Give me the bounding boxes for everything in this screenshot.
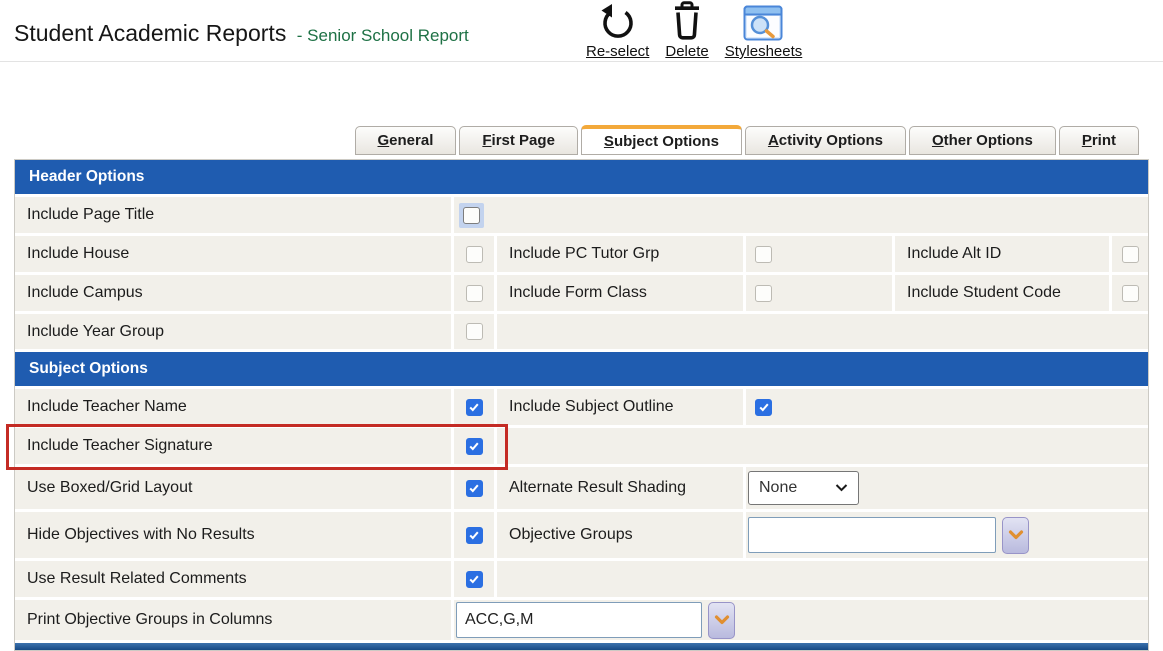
label-include-form-class: Include Form Class: [497, 275, 743, 311]
cell-include-subject-outline: [746, 389, 1148, 425]
cell-use-boxed-grid-layout: [454, 467, 494, 509]
cell-include-teacher-signature: [454, 428, 494, 464]
title-wrap: Student Academic Reports - Senior School…: [14, 20, 469, 47]
include-student-code-checkbox[interactable]: [1122, 285, 1139, 302]
cell-include-house: [454, 236, 494, 272]
cell-include-campus: [454, 275, 494, 311]
cell-print-objective-groups: [454, 600, 1148, 640]
cell-include-page-title: [454, 197, 1148, 233]
tab-bar: General First Page Subject Options Activ…: [14, 125, 1149, 155]
tab-print[interactable]: Print: [1059, 126, 1139, 155]
cell-include-student-code: [1112, 275, 1148, 311]
trash-icon: [669, 3, 705, 41]
cell-use-result-related-comments: [454, 561, 494, 597]
reselect-label: Re-select: [586, 43, 649, 60]
include-year-group-checkbox[interactable]: [466, 323, 483, 340]
include-campus-checkbox[interactable]: [466, 285, 483, 302]
delete-button[interactable]: Delete: [665, 3, 708, 60]
undo-icon: [598, 3, 638, 41]
cell-include-alt-id: [1112, 236, 1148, 272]
alternate-result-shading-select[interactable]: None: [748, 471, 859, 505]
label-include-house: Include House: [15, 236, 451, 272]
section-header-options: Header Options: [15, 160, 1148, 194]
label-include-year-group: Include Year Group: [15, 314, 451, 349]
label-include-pc-tutor-grp: Include PC Tutor Grp: [497, 236, 743, 272]
checkbox-focus-ring: [459, 203, 484, 228]
window-magnifier-icon: [743, 3, 783, 41]
cell-include-form-class: [746, 275, 892, 311]
include-teacher-name-checkbox[interactable]: [466, 399, 483, 416]
cell-include-year-group: [454, 314, 494, 349]
label-print-objective-groups: Print Objective Groups in Columns: [15, 600, 451, 640]
reselect-button[interactable]: Re-select: [586, 3, 649, 60]
label-include-page-title: Include Page Title: [15, 197, 451, 233]
alternate-result-shading-value: None: [759, 479, 797, 497]
tab-activity-options[interactable]: Activity Options: [745, 126, 906, 155]
label-objective-groups: Objective Groups: [497, 512, 743, 558]
cell-include-pc-tutor-grp: [746, 236, 892, 272]
stylesheets-label: Stylesheets: [725, 43, 803, 60]
include-alt-id-checkbox[interactable]: [1122, 246, 1139, 263]
label-use-result-related-comments: Use Result Related Comments: [15, 561, 451, 597]
tab-subject-options[interactable]: Subject Options: [581, 125, 742, 155]
delete-label: Delete: [665, 43, 708, 60]
chevron-down-icon: [1008, 530, 1024, 540]
label-include-teacher-name: Include Teacher Name: [15, 389, 451, 425]
toolbar: Re-select Delete: [586, 3, 802, 60]
label-include-student-code: Include Student Code: [895, 275, 1109, 311]
cell-include-teacher-name: [454, 389, 494, 425]
use-result-related-comments-checkbox[interactable]: [466, 571, 483, 588]
label-include-teacher-signature: Include Teacher Signature: [15, 428, 451, 464]
print-objective-groups-input[interactable]: [456, 602, 702, 638]
include-pc-tutor-grp-checkbox[interactable]: [755, 246, 772, 263]
select-chevron-down-icon: [835, 484, 848, 492]
objective-groups-input[interactable]: [748, 517, 996, 553]
objective-groups-dropdown-button[interactable]: [1002, 517, 1029, 554]
include-form-class-checkbox[interactable]: [755, 285, 772, 302]
app-header: Student Academic Reports - Senior School…: [0, 0, 1163, 62]
label-include-subject-outline: Include Subject Outline: [497, 389, 743, 425]
include-subject-outline-checkbox[interactable]: [755, 399, 772, 416]
cell-objective-groups: [746, 512, 1148, 558]
page-subtitle: - Senior School Report: [297, 26, 469, 45]
label-include-campus: Include Campus: [15, 275, 451, 311]
cell-year-group-spacer: [497, 314, 1148, 349]
print-objective-groups-dropdown-button[interactable]: [708, 602, 735, 639]
label-include-alt-id: Include Alt ID: [895, 236, 1109, 272]
tab-other-options[interactable]: Other Options: [909, 126, 1056, 155]
cell-teacher-signature-spacer: [497, 428, 1148, 464]
include-page-title-checkbox[interactable]: [463, 207, 480, 224]
label-hide-objectives: Hide Objectives with No Results: [15, 512, 451, 558]
cell-result-related-comments-spacer: [497, 561, 1148, 597]
tab-general[interactable]: General: [355, 126, 457, 155]
hide-objectives-checkbox[interactable]: [466, 527, 483, 544]
cell-alternate-result-shading: None: [746, 467, 1148, 509]
page-title: Student Academic Reports: [14, 20, 286, 46]
chevron-down-icon: [714, 615, 730, 625]
label-use-boxed-grid-layout: Use Boxed/Grid Layout: [15, 467, 451, 509]
options-table: Header Options Include Page Title Includ…: [14, 159, 1149, 651]
cell-hide-objectives: [454, 512, 494, 558]
section-subject-options: Subject Options: [15, 352, 1148, 386]
label-alternate-result-shading: Alternate Result Shading: [497, 467, 743, 509]
next-section-header-partial: [15, 643, 1148, 650]
use-boxed-grid-layout-checkbox[interactable]: [466, 480, 483, 497]
include-house-checkbox[interactable]: [466, 246, 483, 263]
include-teacher-signature-checkbox[interactable]: [466, 438, 483, 455]
tab-first-page[interactable]: First Page: [459, 126, 578, 155]
stylesheets-button[interactable]: Stylesheets: [725, 3, 803, 60]
